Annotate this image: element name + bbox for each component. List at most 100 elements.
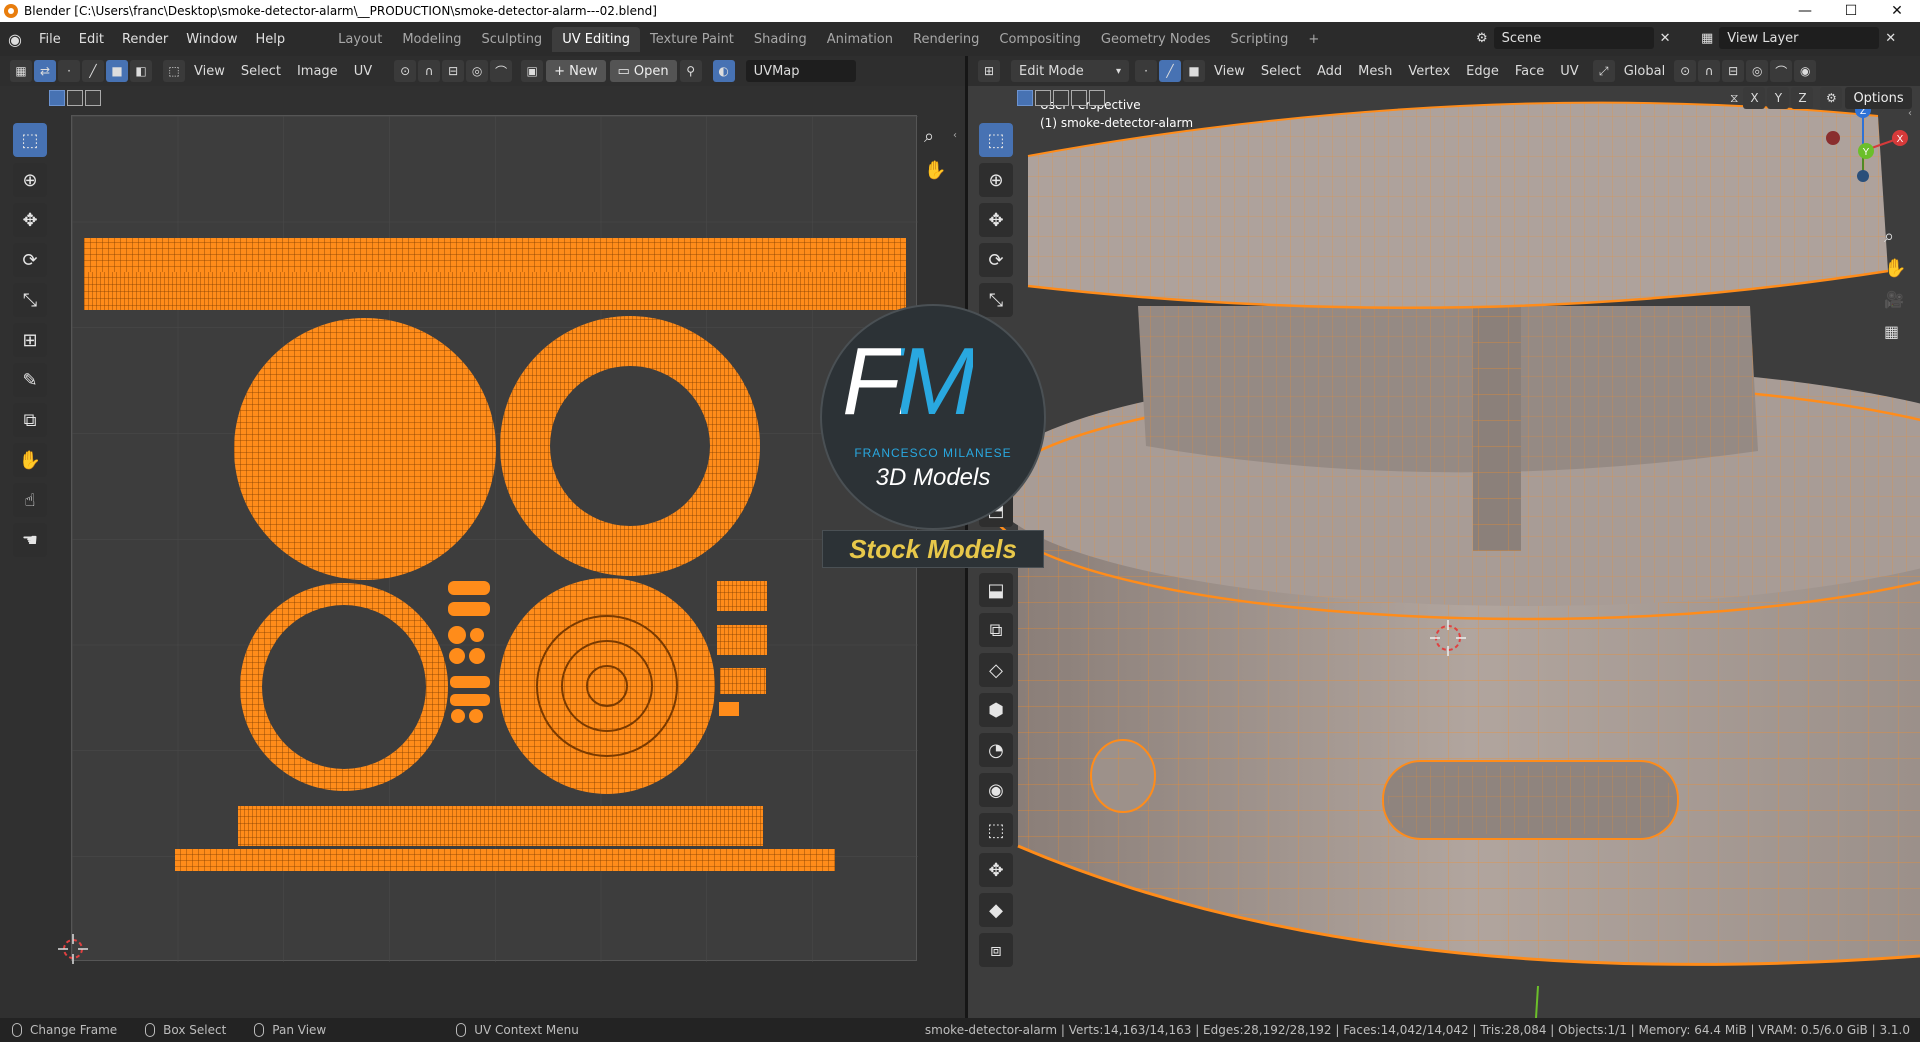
vp-bevel-tool-icon[interactable]: ⬓ (979, 573, 1013, 607)
tab-compositing[interactable]: Compositing (989, 27, 1091, 52)
vp-visibility-icon[interactable]: ◉ (1794, 60, 1817, 82)
vp-rotate-tool-icon[interactable]: ⟳ (979, 243, 1013, 277)
vp-menu-add[interactable]: Add (1309, 64, 1350, 79)
menu-file[interactable]: File (30, 32, 70, 47)
uv-canvas[interactable] (58, 115, 918, 964)
uvmap-field[interactable]: UVMap (745, 60, 856, 82)
select-box-tool-icon[interactable]: ⬚ (13, 123, 47, 157)
options-button[interactable]: Options (1845, 87, 1912, 109)
maximize-button[interactable]: ☐ (1828, 0, 1874, 22)
vp-menu-mesh[interactable]: Mesh (1350, 64, 1400, 79)
snap-target-icon[interactable]: ⊟ (442, 60, 465, 82)
scale-tool-icon[interactable]: ⤡ (13, 283, 47, 317)
navigation-gizmo[interactable]: Z X Y (1808, 96, 1918, 206)
vp-polybuild-tool-icon[interactable]: ⬢ (979, 693, 1013, 727)
vp-falloff-icon[interactable]: ⌒ (1770, 60, 1793, 82)
uv-menu-select[interactable]: Select (233, 64, 289, 79)
vp-select-intersect-icon[interactable] (1089, 90, 1105, 106)
scene-field[interactable]: Scene (1493, 27, 1654, 49)
menu-help[interactable]: Help (247, 32, 295, 47)
menu-window[interactable]: Window (177, 32, 246, 47)
uv-2d-cursor-icon[interactable] (58, 934, 88, 964)
uv-sync-icon[interactable]: ⇄ (34, 60, 56, 82)
mirror-y-toggle[interactable]: Y (1767, 87, 1790, 109)
vp-move-tool-icon[interactable]: ✥ (979, 203, 1013, 237)
vertex-select-icon[interactable]: · (58, 60, 80, 82)
vp-orientation-icon[interactable]: ⤢ (1592, 60, 1615, 82)
select-subtract-icon[interactable] (85, 90, 101, 106)
vp-orientation-selector[interactable]: Global (1616, 64, 1673, 79)
relax-tool-icon[interactable]: ☝ (13, 483, 47, 517)
vp-select-subtract-icon[interactable] (1053, 90, 1069, 106)
editor-type-icon[interactable]: ▦ (10, 60, 32, 82)
vp-ortho-icon[interactable]: ▦ (1884, 322, 1899, 341)
rotate-tool-icon[interactable]: ⟳ (13, 243, 47, 277)
vp-vertex-select-icon[interactable]: · (1135, 60, 1157, 82)
scene-close-icon[interactable]: ✕ (1660, 31, 1671, 46)
vp-edge-slide-tool-icon[interactable]: ⬚ (979, 813, 1013, 847)
vp-zoom-icon[interactable]: ⌕ (1884, 226, 1894, 247)
menu-edit[interactable]: Edit (70, 32, 113, 47)
face-select-icon[interactable]: ■ (106, 60, 128, 82)
proportional-edit-icon[interactable]: ◎ (466, 60, 489, 82)
minimize-button[interactable]: — (1782, 0, 1828, 22)
uv-menu-image[interactable]: Image (289, 64, 346, 79)
vp-smooth-tool-icon[interactable]: ◉ (979, 773, 1013, 807)
vp-shrink-tool-icon[interactable]: ✥ (979, 853, 1013, 887)
vp-select-new-icon[interactable] (1017, 90, 1033, 106)
image-browse-icon[interactable]: ▣ (521, 60, 544, 82)
vp-proportional-icon[interactable]: ◎ (1746, 60, 1769, 82)
tab-geometry-nodes[interactable]: Geometry Nodes (1091, 27, 1221, 52)
vp-cursor-tool-icon[interactable]: ⊕ (979, 163, 1013, 197)
vp-face-select-icon[interactable]: ■ (1183, 60, 1205, 82)
move-tool-icon[interactable]: ✥ (13, 203, 47, 237)
mode-selector[interactable]: Edit Mode ▾ (1011, 60, 1129, 82)
vp-camera-icon[interactable]: 🎥 (1884, 290, 1904, 309)
tab-modeling[interactable]: Modeling (392, 27, 471, 52)
view-layer-field[interactable]: View Layer (1719, 27, 1880, 49)
vp-menu-face[interactable]: Face (1507, 64, 1552, 79)
sticky-select-icon[interactable]: ⬚ (163, 60, 185, 82)
tab-uv-editing[interactable]: UV Editing (552, 26, 641, 52)
vp-menu-uv[interactable]: UV (1552, 64, 1586, 79)
tab-sculpting[interactable]: Sculpting (471, 27, 552, 52)
mirror-x-toggle[interactable]: X (1743, 87, 1766, 109)
viewport-area[interactable]: ⬚ ⊕ ✥ ⟳ ⤡ ⬒ ⧈ ⬓ ⧉ ◇ ⬢ ◔ ◉ ⬚ ✥ ◆ ⧈ User P… (968, 56, 1920, 1018)
vp-editor-type-icon[interactable]: ⊞ (978, 60, 1000, 82)
uv-menu-uv[interactable]: UV (346, 64, 380, 79)
vp-pivot-icon[interactable]: ⊙ (1674, 60, 1697, 82)
tab-scripting[interactable]: Scripting (1221, 27, 1299, 52)
island-select-icon[interactable]: ◧ (130, 60, 152, 82)
uv-sidebar-toggle-icon[interactable]: ‹ (953, 130, 957, 141)
vp-pan-icon[interactable]: ✋ (1884, 258, 1906, 279)
vp-shear-tool-icon[interactable]: ◆ (979, 893, 1013, 927)
close-button[interactable]: ✕ (1874, 0, 1920, 22)
uv-pan-icon[interactable]: ✋ (924, 160, 946, 181)
vp-select-extend-icon[interactable] (1035, 90, 1051, 106)
vp-snap-icon[interactable]: ∩ (1698, 60, 1721, 82)
mirror-icon[interactable]: ⧖ (1730, 91, 1738, 106)
vp-select-invert-icon[interactable] (1071, 90, 1087, 106)
vp-loopcut-tool-icon[interactable]: ⧉ (979, 613, 1013, 647)
vp-menu-select[interactable]: Select (1253, 64, 1309, 79)
add-workspace-button[interactable]: + (1298, 27, 1329, 52)
new-image-button[interactable]: + New (546, 60, 606, 82)
select-new-icon[interactable] (49, 90, 65, 106)
vp-edge-select-icon[interactable]: ╱ (1159, 60, 1181, 82)
annotate-tool-icon[interactable]: ✎ (13, 363, 47, 397)
vp-spin-tool-icon[interactable]: ◔ (979, 733, 1013, 767)
uv-zoom-icon[interactable]: ⌕ (924, 126, 934, 147)
mirror-z-toggle[interactable]: Z (1791, 87, 1814, 109)
vp-rip-tool-icon[interactable]: ⧈ (979, 933, 1013, 967)
falloff-icon[interactable]: ⌒ (490, 60, 513, 82)
snap-icon[interactable]: ∩ (418, 60, 441, 82)
select-extend-icon[interactable] (67, 90, 83, 106)
tab-layout[interactable]: Layout (328, 27, 392, 52)
cursor-tool-icon[interactable]: ⊕ (13, 163, 47, 197)
pivot-icon[interactable]: ⊙ (394, 60, 417, 82)
view-layer-close-icon[interactable]: ✕ (1885, 31, 1896, 46)
uv-menu-view[interactable]: View (186, 64, 233, 79)
open-image-button[interactable]: ▭ Open (609, 60, 677, 82)
menu-render[interactable]: Render (113, 32, 177, 47)
tab-animation[interactable]: Animation (817, 27, 903, 52)
